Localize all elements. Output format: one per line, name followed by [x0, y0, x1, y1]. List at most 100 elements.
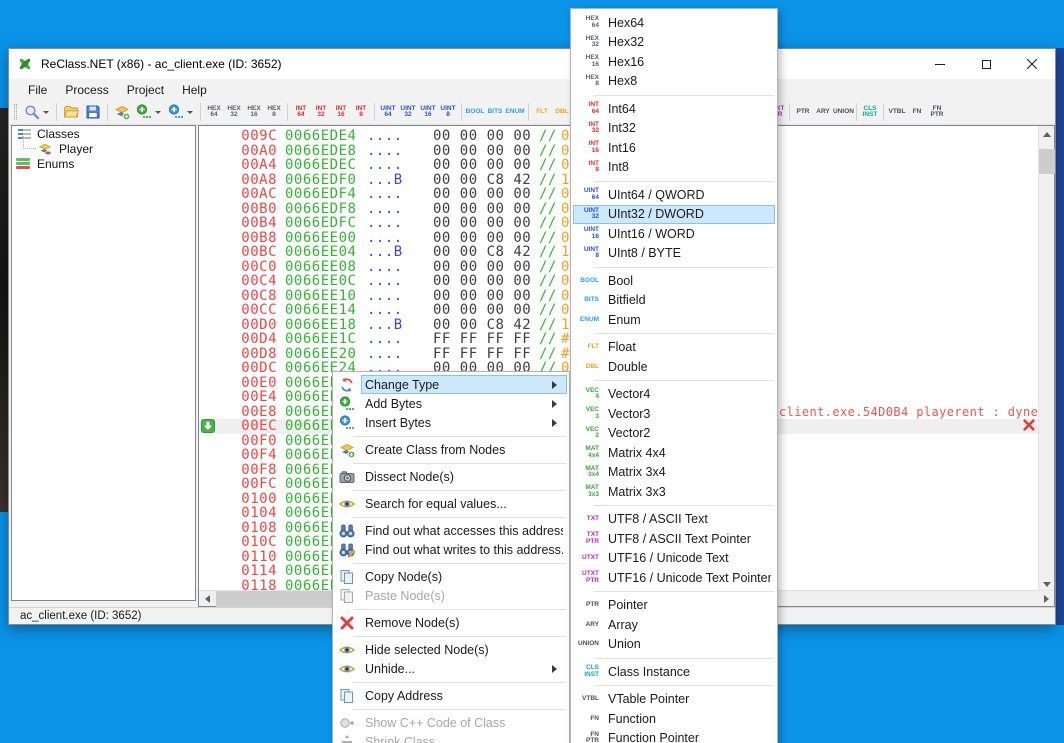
maximize-button[interactable]	[963, 49, 1009, 79]
menu-item-utf16-unicode-text-pointer[interactable]: UTXTPTRUTF16 / Unicode Text Pointer	[571, 568, 777, 588]
scroll-left-button[interactable]	[199, 591, 215, 607]
type-button-hex-64[interactable]: HEX64	[204, 104, 224, 121]
menu-item-remove-node-s[interactable]: Remove Node(s)	[333, 613, 569, 632]
title-bar[interactable]: ReClass.NET (x86) - ac_client.exe (ID: 3…	[9, 49, 1055, 79]
menu-item-utf8-ascii-text-pointer[interactable]: TXTPTRUTF8 / ASCII Text Pointer	[571, 529, 777, 549]
menu-item-bool[interactable]: BOOLBool	[571, 271, 777, 291]
menu-item-array[interactable]: ARYArray	[571, 615, 777, 635]
menu-item-find-out-what-writes-to-this-address[interactable]: Find out what writes to this address...	[333, 540, 569, 559]
create-class-button[interactable]	[111, 101, 133, 123]
menu-item-find-out-what-accesses-this-address[interactable]: Find out what accesses this address...	[333, 521, 569, 540]
tree-item-player[interactable]: Player	[12, 141, 195, 156]
menu-item-uint16-word[interactable]: UINT16UInt16 / WORD	[571, 224, 777, 244]
menu-item-label: Add Bytes	[365, 397, 552, 411]
menu-item-hide-selected-node-s[interactable]: Hide selected Node(s)	[333, 640, 569, 659]
insert-bytes-button[interactable]	[165, 101, 187, 123]
menu-item-float[interactable]: FLTFloat	[571, 338, 777, 358]
type-uint-32-icon: UINT32	[573, 208, 599, 221]
tree-item-enums[interactable]: Enums	[12, 156, 195, 171]
menu-item-function[interactable]: FNFunction	[571, 709, 777, 729]
scroll-up-button[interactable]	[1039, 126, 1055, 142]
type-button-bits[interactable]: BITS	[485, 107, 505, 118]
menu-item-int64[interactable]: INT64Int64	[571, 99, 777, 119]
minimize-button[interactable]	[917, 49, 963, 79]
type-button-uint-64[interactable]: UINT64	[378, 104, 398, 121]
menu-process[interactable]: Process	[56, 83, 117, 97]
menu-item-copy-address[interactable]: Copy Address	[333, 686, 569, 705]
vertical-scrollbar[interactable]	[1038, 126, 1054, 592]
menu-item-double[interactable]: DBLDouble	[571, 357, 777, 377]
menu-item-int8[interactable]: INT8Int8	[571, 158, 777, 178]
menu-item-pointer[interactable]: PTRPointer	[571, 596, 777, 616]
type-button-hex-8[interactable]: HEX8	[264, 104, 284, 121]
vertical-scroll-thumb[interactable]	[1039, 149, 1055, 174]
type-button-union[interactable]: UNION	[833, 107, 853, 118]
type-button-bool[interactable]: BOOL	[465, 107, 485, 118]
type-button-dbl[interactable]: DBL	[552, 107, 572, 118]
menu-item-hex32[interactable]: HEX32Hex32	[571, 33, 777, 53]
type-button-fn[interactable]: FN	[907, 107, 927, 118]
type-button-int-8[interactable]: INT8	[351, 104, 371, 121]
menu-item-vector3[interactable]: VEC3Vector3	[571, 404, 777, 424]
menu-item-dissect-node-s[interactable]: Dissect Node(s)	[333, 467, 569, 486]
menu-item-uint8-byte[interactable]: UINT8UInt8 / BYTE	[571, 244, 777, 264]
menu-item-utf8-ascii-text[interactable]: TXTUTF8 / ASCII Text	[571, 510, 777, 530]
type-button-int-64[interactable]: INT64	[291, 104, 311, 121]
add-bytes-dropdown-icon[interactable]	[155, 111, 161, 117]
menu-item-uint64-qword[interactable]: UINT64UInt64 / QWORD	[571, 185, 777, 205]
type-button-hex-16[interactable]: HEX16	[244, 104, 264, 121]
menu-item-search-for-equal-values[interactable]: Search for equal values...	[333, 494, 569, 513]
search-button[interactable]	[21, 101, 43, 123]
search-dropdown-icon[interactable]	[43, 111, 49, 117]
type-button-ptr[interactable]: PTR	[793, 107, 813, 118]
menu-item-insert-bytes[interactable]: Insert Bytes	[333, 413, 569, 432]
type-button-flt[interactable]: FLT	[532, 107, 552, 118]
menu-item-copy-node-s[interactable]: Copy Node(s)	[333, 567, 569, 586]
type-button-vtbl[interactable]: VTBL	[887, 107, 907, 118]
menu-help[interactable]: Help	[173, 83, 216, 97]
type-button-ary[interactable]: ARY	[813, 107, 833, 118]
menu-item-class-instance[interactable]: CLSINSTClass Instance	[571, 662, 777, 682]
menu-item-unhide[interactable]: Unhide...	[333, 659, 569, 678]
type-button-cls-inst[interactable]: CLSINST	[860, 104, 880, 121]
menu-item-change-type[interactable]: Change Type	[333, 375, 569, 394]
menu-item-bitfield[interactable]: BITSBitfield	[571, 291, 777, 311]
menu-item-matrix-3x3[interactable]: MAT3x3Matrix 3x3	[571, 482, 777, 502]
menu-item-vector2[interactable]: VEC2Vector2	[571, 424, 777, 444]
remove-row-icon[interactable]	[1022, 418, 1036, 432]
add-bytes-button[interactable]	[133, 101, 155, 123]
type-button-uint-32[interactable]: UINT32	[398, 104, 418, 121]
open-project-button[interactable]	[60, 101, 82, 123]
menu-item-hex16[interactable]: HEX16Hex16	[571, 52, 777, 72]
type-button-uint-8[interactable]: UINT8	[438, 104, 458, 121]
tree-item-classes[interactable]: Classes	[12, 126, 195, 141]
menu-item-matrix-3x4[interactable]: MAT3x4Matrix 3x4	[571, 463, 777, 483]
menu-item-vector4[interactable]: VEC4Vector4	[571, 385, 777, 405]
menu-item-hex8[interactable]: HEX8Hex8	[571, 72, 777, 92]
type-button-int-16[interactable]: INT16	[331, 104, 351, 121]
close-button[interactable]	[1009, 49, 1055, 79]
menu-item-vtable-pointer[interactable]: VTBLVTable Pointer	[571, 690, 777, 710]
menu-item-matrix-4x4[interactable]: MAT4x4Matrix 4x4	[571, 443, 777, 463]
menu-item-enum[interactable]: ENUMEnum	[571, 310, 777, 330]
menu-item-int32[interactable]: INT32Int32	[571, 119, 777, 139]
menu-item-union[interactable]: UNIONUnion	[571, 635, 777, 655]
type-button-hex-32[interactable]: HEX32	[224, 104, 244, 121]
menu-item-uint32-dword[interactable]: UINT32UInt32 / DWORD	[571, 205, 777, 225]
menu-item-int16[interactable]: INT16Int16	[571, 138, 777, 158]
hex-ascii: ...B	[367, 318, 407, 333]
type-button-int-32[interactable]: INT32	[311, 104, 331, 121]
menu-item-function-pointer[interactable]: FNPTRFunction Pointer	[571, 729, 777, 743]
type-button-fn-ptr[interactable]: FNPTR	[927, 104, 947, 121]
menu-item-create-class-from-nodes[interactable]: Create Class from Nodes	[333, 440, 569, 459]
menu-item-add-bytes[interactable]: Add Bytes	[333, 394, 569, 413]
insert-bytes-dropdown-icon[interactable]	[187, 111, 193, 117]
type-button-uint-16[interactable]: UINT16	[418, 104, 438, 121]
menu-item-hex64[interactable]: HEX64Hex64	[571, 13, 777, 33]
menu-item-utf16-unicode-text[interactable]: UTXTUTF16 / Unicode Text	[571, 549, 777, 569]
type-button-enum[interactable]: ENUM	[505, 107, 525, 118]
save-project-button[interactable]	[82, 101, 104, 123]
scroll-right-button[interactable]	[1038, 591, 1054, 607]
menu-file[interactable]: File	[19, 83, 56, 97]
menu-project[interactable]: Project	[118, 83, 173, 97]
